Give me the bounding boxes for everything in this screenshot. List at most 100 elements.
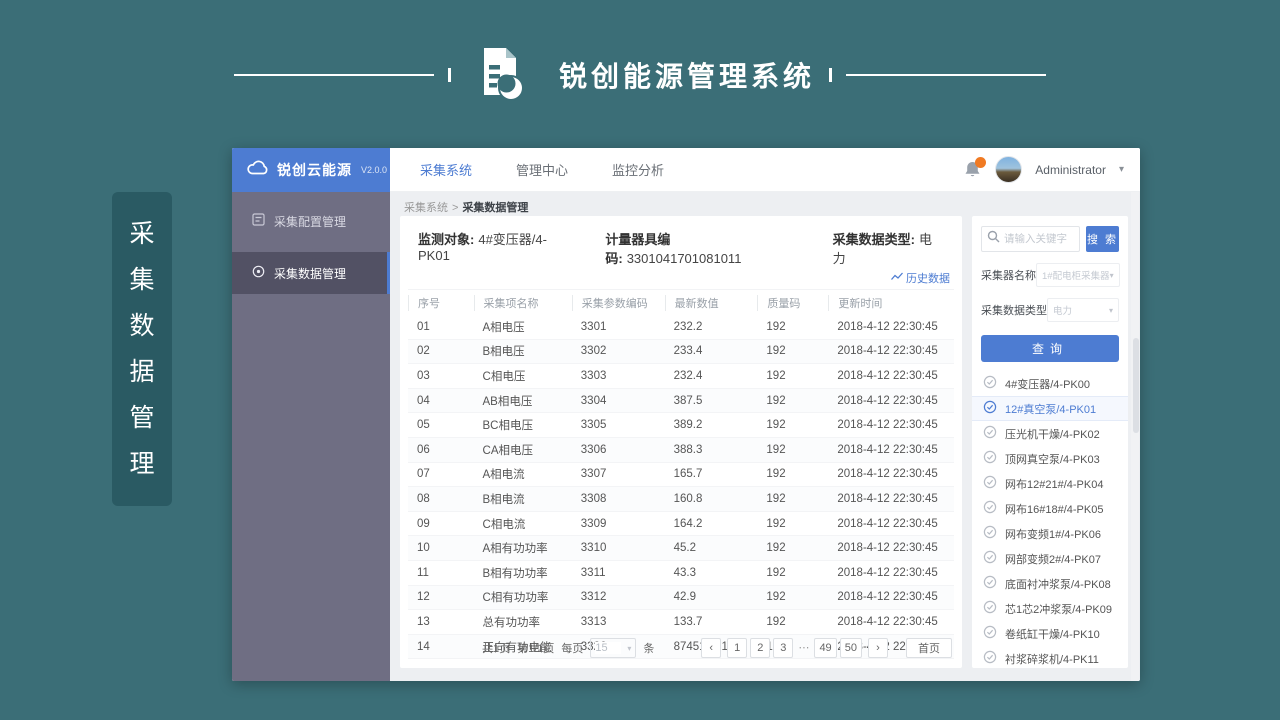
table-cell: 2018-4-12 22:30:45 [828, 468, 954, 480]
device-item[interactable]: 压光机干燥/4-PK02 [981, 421, 1119, 446]
device-item[interactable]: 网布16#18#/4-PK05 [981, 496, 1119, 521]
table-cell: 13 [408, 616, 474, 628]
device-item[interactable]: 衬浆碎浆机/4-PK11 [981, 646, 1119, 671]
datatype-label: 采集数据类型 [981, 302, 1047, 318]
breadcrumb-parent[interactable]: 采集系统 [404, 202, 448, 214]
datatype-select[interactable]: 电力 ▾ [1047, 298, 1119, 322]
collector-caret-icon: ▾ [1110, 271, 1114, 280]
table-row[interactable]: 03C相电压3303232.41922018-4-12 22:30:45 [408, 364, 954, 389]
table-row[interactable]: 07A相电流3307165.71922018-4-12 22:30:45 [408, 463, 954, 488]
table-cell: 3313 [572, 616, 665, 628]
sidebar-item[interactable]: 采集数据管理 [232, 252, 390, 294]
table-cell: 12 [408, 591, 474, 603]
table-row[interactable]: 11B相有功功率331143.31922018-4-12 22:30:45 [408, 561, 954, 586]
table-cell: 3309 [572, 518, 665, 530]
table-row[interactable]: 06CA相电压3306388.31922018-4-12 22:30:45 [408, 438, 954, 463]
scrollbar-thumb[interactable] [1133, 338, 1139, 433]
content-area: 采集系统>采集数据管理 监测对象:4#变压器/4-PK01 计量器具编码:330… [390, 192, 1140, 681]
check-circle-icon [983, 450, 997, 467]
table-cell: 3308 [572, 493, 665, 505]
query-button[interactable]: 查询 [981, 335, 1119, 362]
table-cell: 3310 [572, 542, 665, 554]
device-item[interactable]: 网部变频2#/4-PK07 [981, 546, 1119, 571]
table-cell: 06 [408, 444, 474, 456]
table-row[interactable]: 08B相电流3308160.81922018-4-12 22:30:45 [408, 487, 954, 512]
scrollbar-track[interactable] [1131, 192, 1139, 681]
table-row[interactable]: 13总有功功率3313133.71922018-4-12 22:30:45 [408, 610, 954, 635]
search-button[interactable]: 搜 索 [1086, 226, 1119, 252]
pagination-pages: 1 2 3 ⋯ 49 50 [727, 638, 862, 658]
table-cell: 192 [757, 591, 828, 603]
meter-code-value: 3301041701081011 [627, 251, 742, 266]
check-circle-icon [983, 600, 997, 617]
table-row[interactable]: 01A相电压3301232.21922018-4-12 22:30:45 [408, 315, 954, 340]
table-header-cell: 采集参数编码 [572, 295, 665, 311]
device-item[interactable]: 4#变压器/4-PK00 [981, 371, 1119, 396]
chevron-down-icon[interactable]: ▾ [1119, 164, 1124, 175]
notification-bell-icon[interactable] [964, 160, 982, 180]
device-item[interactable]: 卷纸缸干燥/4-PK10 [981, 621, 1119, 646]
table-cell: 192 [757, 567, 828, 579]
device-item[interactable]: 底面衬冲浆泵/4-PK08 [981, 571, 1119, 596]
pagination-home-button[interactable]: 首页 [906, 638, 952, 658]
top-nav-item[interactable]: 管理中心 [516, 160, 568, 179]
table-row[interactable]: 04AB相电压3304387.51922018-4-12 22:30:45 [408, 389, 954, 414]
history-data-link[interactable]: 历史数据 [891, 270, 950, 286]
table-cell: 05 [408, 419, 474, 431]
pagination-page-button[interactable]: 50 [840, 638, 862, 658]
banner-line-right [846, 74, 1046, 76]
table-cell: B相电压 [474, 343, 572, 359]
pagination-bar: 共1页 第1/1页 每页 ▾ 条 ‹ 1 2 3 ⋯ 49 50 › 首页 [400, 633, 962, 663]
sidebar-item[interactable]: 采集配置管理 [232, 200, 390, 242]
table-cell: 3311 [572, 567, 665, 579]
table-cell: 42.9 [665, 591, 758, 603]
table-cell: 2018-4-12 22:30:45 [828, 419, 954, 431]
device-item[interactable]: 网布变频1#/4-PK06 [981, 521, 1119, 546]
device-item[interactable]: 12#真空泵/4-PK01 [972, 396, 1128, 421]
table-row[interactable]: 12C相有功功率331242.91922018-4-12 22:30:45 [408, 586, 954, 611]
table-cell: 3312 [572, 591, 665, 603]
table-cell: 2018-4-12 22:30:45 [828, 591, 954, 603]
table-row[interactable]: 05BC相电压3305389.21922018-4-12 22:30:45 [408, 413, 954, 438]
table-cell: 192 [757, 370, 828, 382]
device-item-label: 12#真空泵/4-PK01 [1005, 401, 1096, 417]
user-name: Administrator [1035, 163, 1106, 177]
table-header-cell: 采集项名称 [474, 295, 572, 311]
top-nav-item[interactable]: 监控分析 [612, 160, 664, 179]
per-page-input[interactable] [595, 642, 621, 654]
device-item[interactable]: 芯1芯2冲浆泵/4-PK09 [981, 596, 1119, 621]
collector-select[interactable]: 1#配电柜采集器 ▾ [1036, 263, 1120, 287]
breadcrumb-separator: > [452, 202, 458, 214]
table-cell: 192 [757, 542, 828, 554]
table-cell: 45.2 [665, 542, 758, 554]
device-item[interactable]: 网布12#21#/4-PK04 [981, 471, 1119, 496]
table-cell: 11 [408, 567, 474, 579]
top-nav-item[interactable]: 采集系统 [420, 160, 472, 179]
top-nav: 采集系统 管理中心 监控分析 [420, 160, 664, 179]
table-cell: 2018-4-12 22:30:45 [828, 444, 954, 456]
table-row[interactable]: 02B相电压3302233.41922018-4-12 22:30:45 [408, 340, 954, 365]
pagination-page-button[interactable]: 49 [814, 638, 836, 658]
pagination-page-button[interactable]: 3 [773, 638, 793, 658]
device-item[interactable]: 顶网真空泵/4-PK03 [981, 446, 1119, 471]
table-cell: 133.7 [665, 616, 758, 628]
device-item-label: 芯1芯2冲浆泵/4-PK09 [1005, 601, 1112, 617]
table-cell: 192 [757, 345, 828, 357]
search-input[interactable] [1004, 233, 1074, 245]
check-circle-icon [983, 525, 997, 542]
table-cell: B相电流 [474, 491, 572, 507]
pagination-total: 共1页 [482, 640, 510, 656]
table-row[interactable]: 10A相有功功率331045.21922018-4-12 22:30:45 [408, 536, 954, 561]
table-row[interactable]: 09C相电流3309164.21922018-4-12 22:30:45 [408, 512, 954, 537]
table-cell: 3306 [572, 444, 665, 456]
logo-text: 锐创云能源 [277, 160, 352, 180]
device-item-label: 卷纸缸干燥/4-PK10 [1005, 626, 1100, 642]
pagination-next-button[interactable]: › [868, 638, 888, 658]
avatar[interactable] [995, 156, 1022, 183]
per-page-caret-icon[interactable]: ▾ [627, 644, 631, 653]
pagination-page-button[interactable]: 1 [727, 638, 747, 658]
vertical-tab-char: 采 [129, 222, 154, 247]
pagination-prev-button[interactable]: ‹ [701, 638, 721, 658]
pagination-page-button[interactable]: 2 [750, 638, 770, 658]
logo-version: V2.0.0 [361, 165, 387, 175]
